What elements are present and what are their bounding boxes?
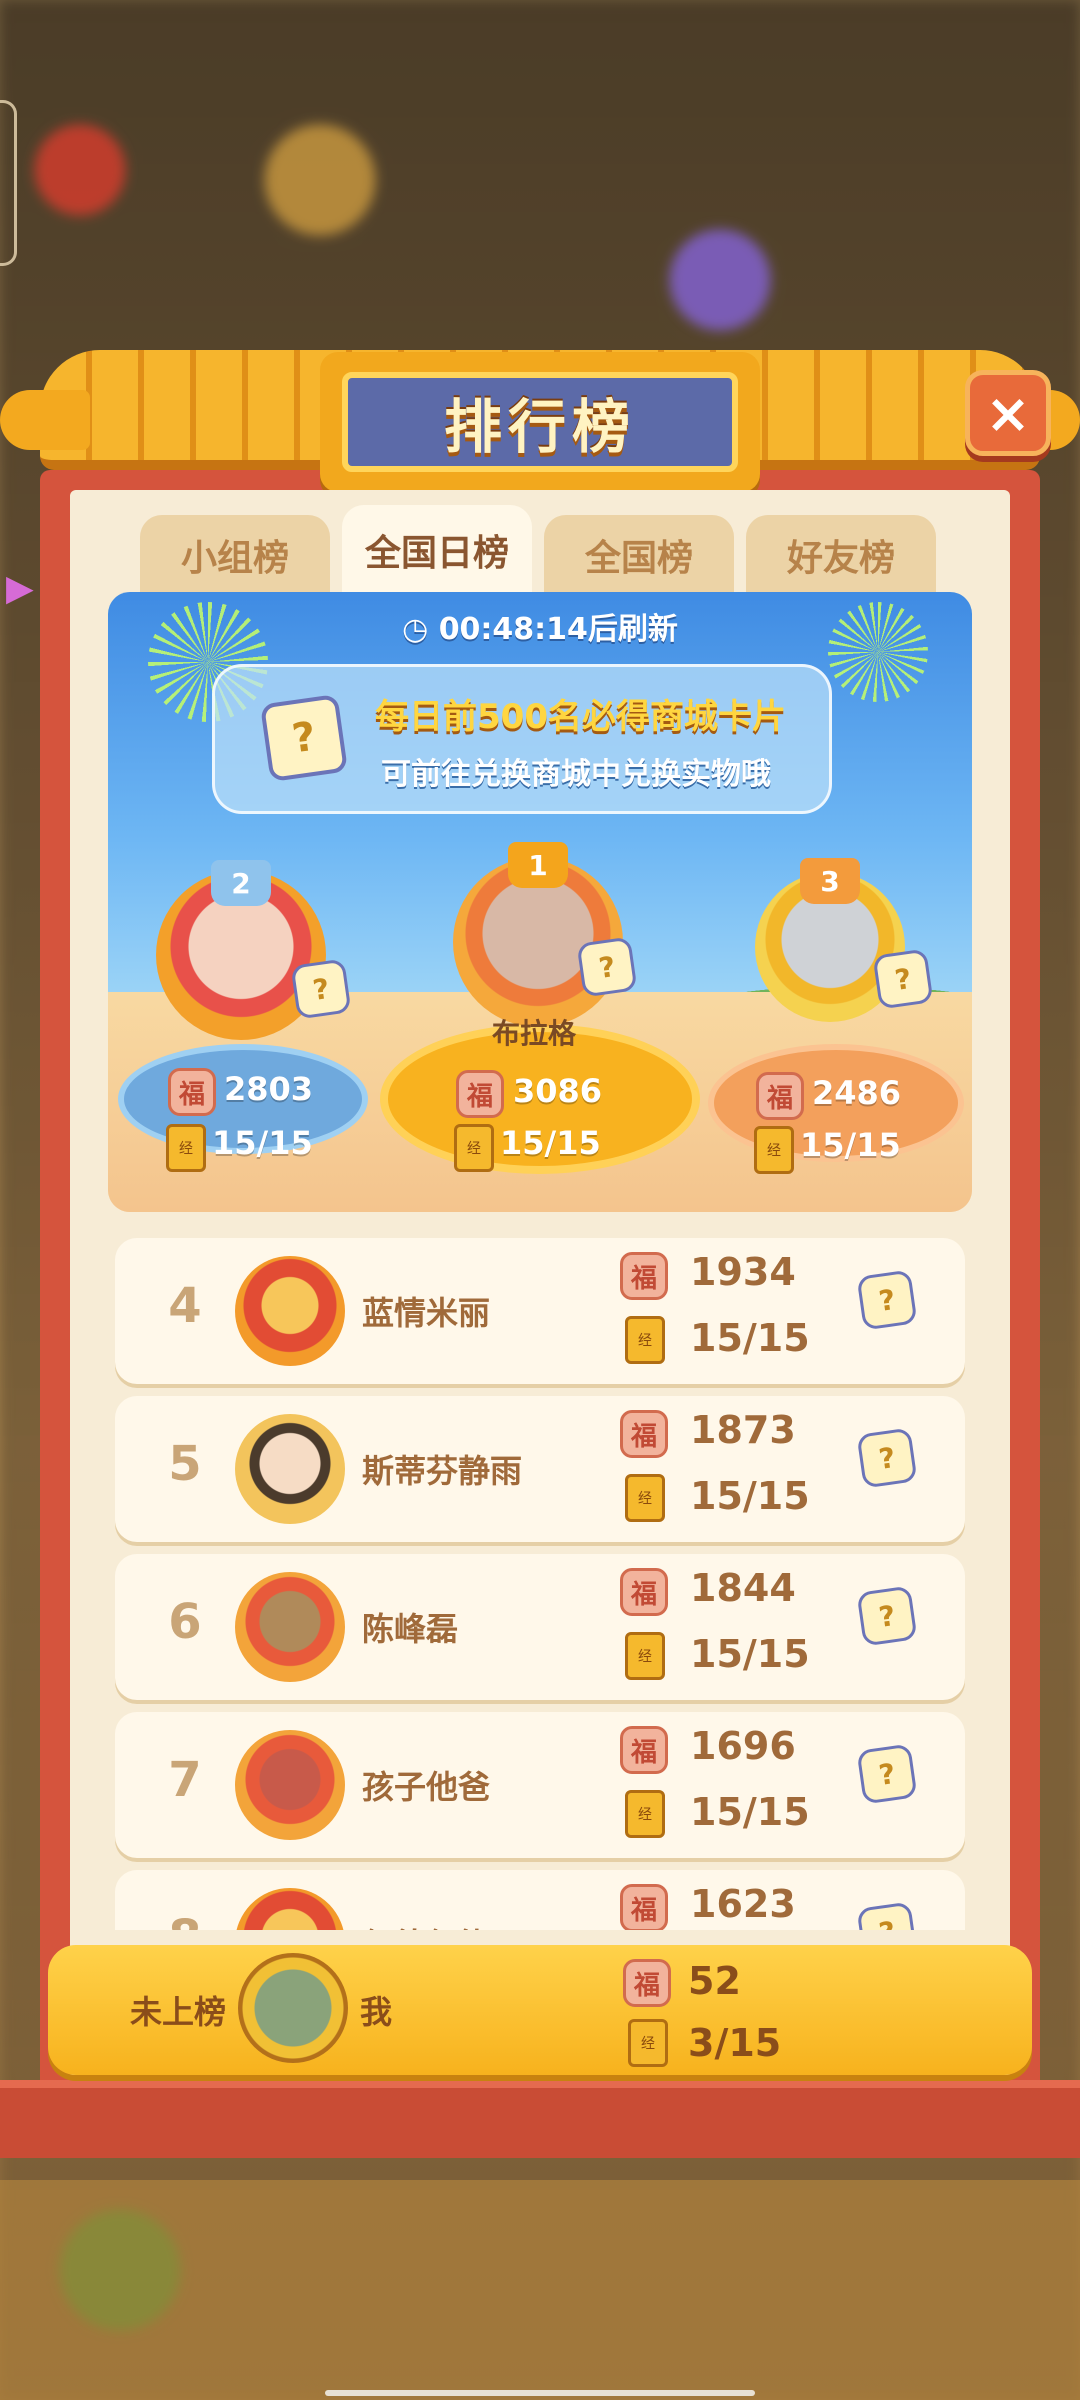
row-rank: 4 (168, 1278, 202, 1334)
podium-progress-3: 15/15 (800, 1126, 901, 1164)
fu-icon: 福 (756, 1072, 804, 1120)
roof-end-left (0, 390, 90, 450)
row-progress: 15/15 (690, 1632, 810, 1676)
row-name: 孩子他爸 (362, 1768, 491, 1806)
side-edge-tab[interactable] (0, 100, 17, 266)
close-icon: × (985, 381, 1031, 445)
promo-headline: 每日前500名必得商城卡片 (375, 697, 786, 737)
row-progress: 15/15 (690, 1474, 810, 1518)
row-score: 1873 (690, 1408, 796, 1452)
book-icon: 经 (754, 1126, 794, 1174)
mystery-card-icon: ? (290, 958, 352, 1020)
my-name: 我 (360, 1993, 393, 2031)
podium-progress-1: 15/15 (500, 1124, 601, 1162)
my-progress: 3/15 (688, 2021, 782, 2065)
background-bottom-bar (0, 2180, 1080, 2400)
tab-national-daily[interactable]: 全国日榜 (342, 505, 532, 595)
ranking-list[interactable]: 4 蓝情米丽 福 1934 经 15/15 ? 5 斯蒂芬静雨 福 1873 经… (108, 1230, 978, 1930)
my-score: 52 (688, 1959, 741, 2003)
book-icon: 经 (625, 1316, 665, 1364)
refresh-time: 00:48:14后刷新 (438, 612, 678, 647)
avatar[interactable] (235, 1888, 345, 1930)
fu-icon: 福 (456, 1070, 504, 1118)
crown-rank-2-icon: 2 (211, 860, 271, 906)
table-row[interactable]: 8 何德何能 福 1623 ? (115, 1870, 965, 1930)
tab-bar: 小组榜 全国日榜 全国榜 好友榜 (140, 505, 940, 595)
row-rank: 5 (168, 1436, 202, 1492)
close-button[interactable]: × (965, 370, 1051, 456)
home-indicator[interactable] (325, 2390, 755, 2396)
book-icon: 经 (628, 2019, 668, 2067)
mystery-card-icon: ? (576, 936, 638, 998)
my-avatar[interactable] (238, 1953, 348, 2063)
table-row[interactable]: 4 蓝情米丽 福 1934 经 15/15 ? (115, 1238, 965, 1384)
fu-icon: 福 (620, 1884, 668, 1930)
title-plaque-inner: 排行榜 (342, 372, 738, 472)
fu-icon: 福 (168, 1068, 216, 1116)
mystery-card-icon[interactable]: ? (856, 1743, 918, 1805)
row-rank: 8 (155, 1910, 215, 1930)
book-icon: 经 (625, 1474, 665, 1522)
side-arrow-icon[interactable]: ▶ (6, 568, 34, 609)
row-name: 蓝情米丽 (362, 1294, 491, 1332)
tab-national[interactable]: 全国榜 (544, 515, 734, 595)
fu-icon: 福 (620, 1726, 668, 1774)
book-icon: 经 (625, 1632, 665, 1680)
row-score: 1934 (690, 1250, 796, 1294)
podium-name-1: 布拉格 (492, 1017, 577, 1050)
row-name: 斯蒂芬静雨 (362, 1452, 523, 1490)
mystery-card-icon[interactable]: ? (856, 1427, 918, 1489)
tab-group[interactable]: 小组榜 (140, 515, 330, 595)
podium-score-1: 3086 (513, 1072, 603, 1110)
avatar[interactable] (235, 1572, 345, 1682)
fu-icon: 福 (623, 1959, 671, 2007)
book-icon: 经 (454, 1124, 494, 1172)
table-row[interactable]: 7 孩子他爸 福 1696 经 15/15 ? (115, 1712, 965, 1858)
row-score: 1623 (690, 1882, 796, 1926)
mystery-card-icon: ? (872, 948, 934, 1010)
my-rank-row[interactable]: 未上榜 我 福 52 经 3/15 (48, 1945, 1032, 2075)
crown-rank-1-icon: 1 (508, 842, 568, 888)
avatar[interactable] (235, 1730, 345, 1840)
table-row[interactable]: 5 斯蒂芬静雨 福 1873 经 15/15 ? (115, 1396, 965, 1542)
row-name: 何德何能 (362, 1920, 490, 1930)
podium-score-3: 2486 (812, 1074, 902, 1112)
row-progress: 15/15 (690, 1316, 810, 1360)
fu-icon: 福 (620, 1410, 668, 1458)
refresh-countdown: ◷ 00:48:14后刷新 (108, 604, 972, 648)
row-rank: 7 (168, 1752, 202, 1808)
podium-score-2: 2803 (224, 1070, 314, 1108)
row-progress: 15/15 (690, 1790, 810, 1834)
frame-base (0, 2080, 1080, 2158)
fu-icon: 福 (620, 1568, 668, 1616)
avatar[interactable] (235, 1256, 345, 1366)
clock-icon: ◷ (402, 612, 439, 647)
mystery-card-icon[interactable]: ? (856, 1901, 918, 1930)
mystery-card-icon[interactable]: ? (856, 1269, 918, 1331)
fu-icon: 福 (620, 1252, 668, 1300)
podium-progress-2: 15/15 (212, 1124, 313, 1162)
row-rank: 6 (168, 1594, 202, 1650)
my-rank-status: 未上榜 (130, 1993, 227, 2031)
avatar[interactable] (235, 1414, 345, 1524)
table-row[interactable]: 6 陈峰磊 福 1844 经 15/15 ? (115, 1554, 965, 1700)
row-score: 1844 (690, 1566, 796, 1610)
row-name: 陈峰磊 (362, 1610, 459, 1648)
mystery-card-icon[interactable]: ? (856, 1585, 918, 1647)
title-plaque: 排行榜 (320, 352, 760, 492)
mystery-card-icon: ? (259, 693, 349, 783)
crown-rank-3-icon: 3 (800, 858, 860, 904)
row-score: 1696 (690, 1724, 796, 1768)
book-icon: 经 (625, 1790, 665, 1838)
page-title: 排行榜 (443, 393, 636, 461)
top-three-banner: ◷ 00:48:14后刷新 ? 每日前500名必得商城卡片 可前往兑换商城中兑换… (108, 592, 972, 1212)
promo-subline: 可前往兑换商城中兑换实物哦 (381, 757, 771, 792)
promo-box[interactable]: ? 每日前500名必得商城卡片 可前往兑换商城中兑换实物哦 (212, 664, 832, 814)
tab-friends[interactable]: 好友榜 (746, 515, 936, 595)
book-icon: 经 (166, 1124, 206, 1172)
